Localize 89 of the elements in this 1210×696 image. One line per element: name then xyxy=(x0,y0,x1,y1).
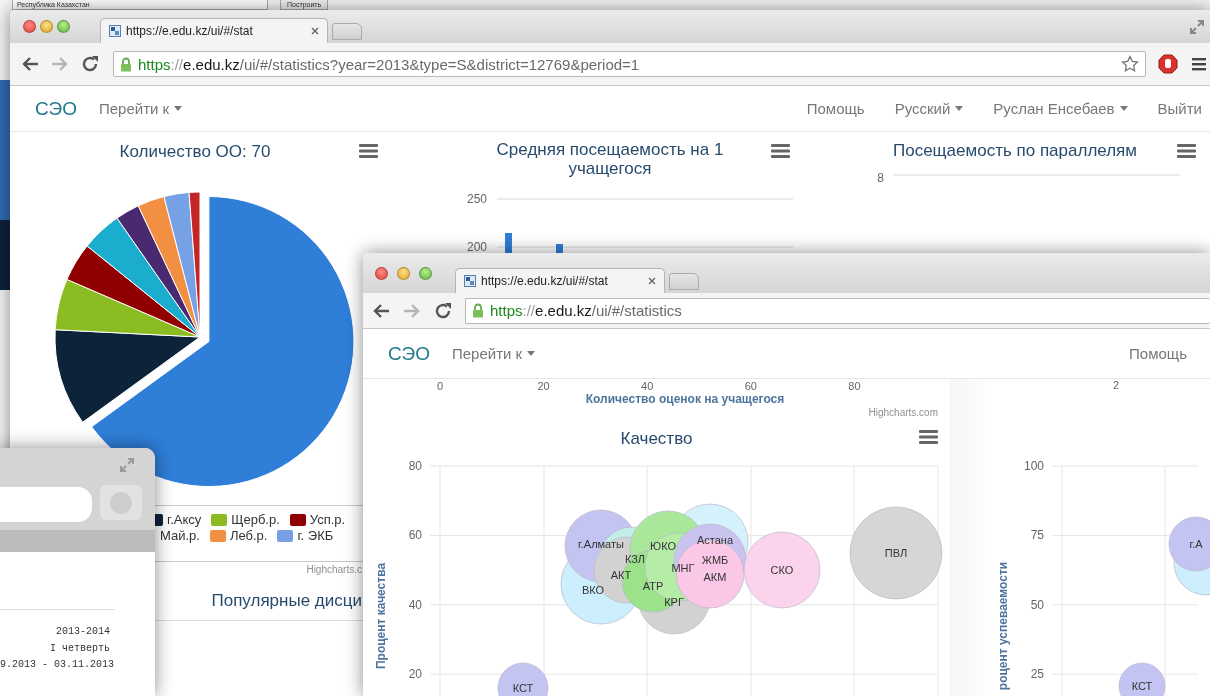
browser-tab[interactable]: https://e.edu.kz/ui/#/stat xyxy=(455,268,665,293)
tick-label: 200 xyxy=(466,240,487,254)
tick-label: 20 xyxy=(537,380,550,392)
legend-label[interactable]: г. ЭКБ xyxy=(297,528,334,543)
brand-logo[interactable]: СЭО xyxy=(388,342,430,365)
bubble-label: Астана xyxy=(696,534,734,546)
bubble-label: АТР xyxy=(642,580,664,592)
expand-icon[interactable] xyxy=(1190,19,1204,34)
browser-tab[interactable]: https://e.edu.kz/ui/#/stat xyxy=(100,18,328,43)
tick-label: 0 xyxy=(436,380,444,392)
legend-label[interactable]: Май.р. xyxy=(160,528,200,543)
legend-label[interactable]: Щерб.р. xyxy=(231,512,280,527)
menu-icon[interactable] xyxy=(1177,144,1196,158)
close-icon[interactable] xyxy=(311,27,319,35)
period-text: I четверть xyxy=(49,641,110,656)
tick-label: 50 xyxy=(1030,597,1044,612)
favicon-icon xyxy=(464,275,476,287)
legend-label[interactable]: Леб.р. xyxy=(229,528,268,543)
menu-icon[interactable] xyxy=(771,144,790,158)
tick-label: 20 xyxy=(408,667,422,682)
search-field[interactable] xyxy=(0,487,92,522)
minimize-button[interactable] xyxy=(40,20,53,33)
bubble-label: КСТ xyxy=(512,682,534,694)
tick-label: 80 xyxy=(848,380,861,392)
close-button[interactable] xyxy=(23,20,36,33)
nav-link[interactable]: Помощь xyxy=(806,100,865,117)
nav-link[interactable]: Помощь xyxy=(1129,345,1187,362)
legend-label[interactable]: Усп.р. xyxy=(309,512,346,527)
tick-label: 25 xyxy=(1030,667,1044,682)
chart-title: Посещаемость по параллелям xyxy=(893,141,1137,161)
menu-icon[interactable] xyxy=(919,430,938,444)
star-icon[interactable] xyxy=(1121,55,1139,73)
chart-title: Количество ОО: 70 xyxy=(119,142,271,162)
tick-label: 75 xyxy=(1030,528,1044,543)
nav-link[interactable]: Перейти к xyxy=(98,100,183,117)
bubble-label: СКО xyxy=(770,564,794,576)
tick-label: 250 xyxy=(466,192,487,206)
tick-label: 100 xyxy=(1023,459,1044,473)
minimize-button[interactable] xyxy=(397,266,410,280)
bubble-label: АКМ xyxy=(703,571,727,583)
chart-title: Качество xyxy=(620,428,693,449)
bubble-label: ЮКО xyxy=(650,540,676,552)
favicon-icon xyxy=(109,25,121,37)
tick-label: 8 xyxy=(877,171,884,185)
back-button[interactable] xyxy=(372,302,390,319)
bubble-label: ВКО xyxy=(581,584,605,596)
bubble-label: ПВЛ xyxy=(884,547,908,559)
nav-link[interactable]: Руслан Енсебаев xyxy=(993,100,1128,117)
bubble-label: КРГ xyxy=(664,596,684,608)
close-icon[interactable] xyxy=(648,277,656,285)
bubble-label: КСТ xyxy=(1131,680,1153,692)
axis-title: Количество оценок на учащегося xyxy=(585,392,785,406)
nav-link[interactable]: Русский xyxy=(894,100,964,117)
zoom-button[interactable] xyxy=(57,20,70,33)
legend-label[interactable]: г.Аксу xyxy=(167,512,202,527)
caret-icon xyxy=(1119,106,1128,111)
close-button[interactable] xyxy=(375,266,388,280)
reload-button[interactable] xyxy=(81,55,99,73)
tick-label: 2 xyxy=(1113,379,1120,391)
caret-icon xyxy=(955,106,964,111)
tick-label: 40 xyxy=(641,380,654,392)
bubble-label: г.А xyxy=(1189,538,1203,550)
address-field[interactable]: https://e.edu.kz/ui/#/statistics?year=2013&type=S&district=12769&period=1 xyxy=(113,51,1146,77)
bubble-label: КЗЛ xyxy=(625,553,645,565)
period-text: 2013-2014 xyxy=(55,625,110,639)
zoom-button[interactable] xyxy=(419,266,432,280)
address-field[interactable]: https://e.edu.kz/ui/#/statistics xyxy=(465,297,1210,324)
tick-label: 60 xyxy=(744,380,757,392)
nav-link[interactable]: Выйти xyxy=(1157,100,1202,117)
tick-label: 80 xyxy=(408,459,422,473)
tick-label: 60 xyxy=(408,528,422,543)
bubble-label: МНГ xyxy=(671,562,695,574)
caret-icon xyxy=(527,351,536,356)
brand-logo[interactable]: СЭО xyxy=(35,97,77,120)
bubble-label: ЖМБ xyxy=(701,554,729,566)
stop-sign-icon[interactable] xyxy=(1158,54,1178,74)
lock-icon xyxy=(120,56,132,72)
chart-title: Средняя посещаемость на 1 учащегося xyxy=(495,140,725,178)
menu-icon[interactable] xyxy=(359,144,378,158)
axis-title: роцент успеваемости xyxy=(996,561,1010,691)
back-button[interactable] xyxy=(21,56,39,72)
reload-button[interactable] xyxy=(434,301,452,320)
caret-icon xyxy=(174,106,183,111)
bubble-label: г.Алматы xyxy=(578,538,624,550)
lock-icon xyxy=(472,303,484,318)
tick-label: 40 xyxy=(408,597,422,612)
bubble-label: АКТ xyxy=(610,569,632,581)
nav-link[interactable]: Перейти к xyxy=(451,345,536,362)
menu-icon[interactable] xyxy=(1192,57,1206,71)
